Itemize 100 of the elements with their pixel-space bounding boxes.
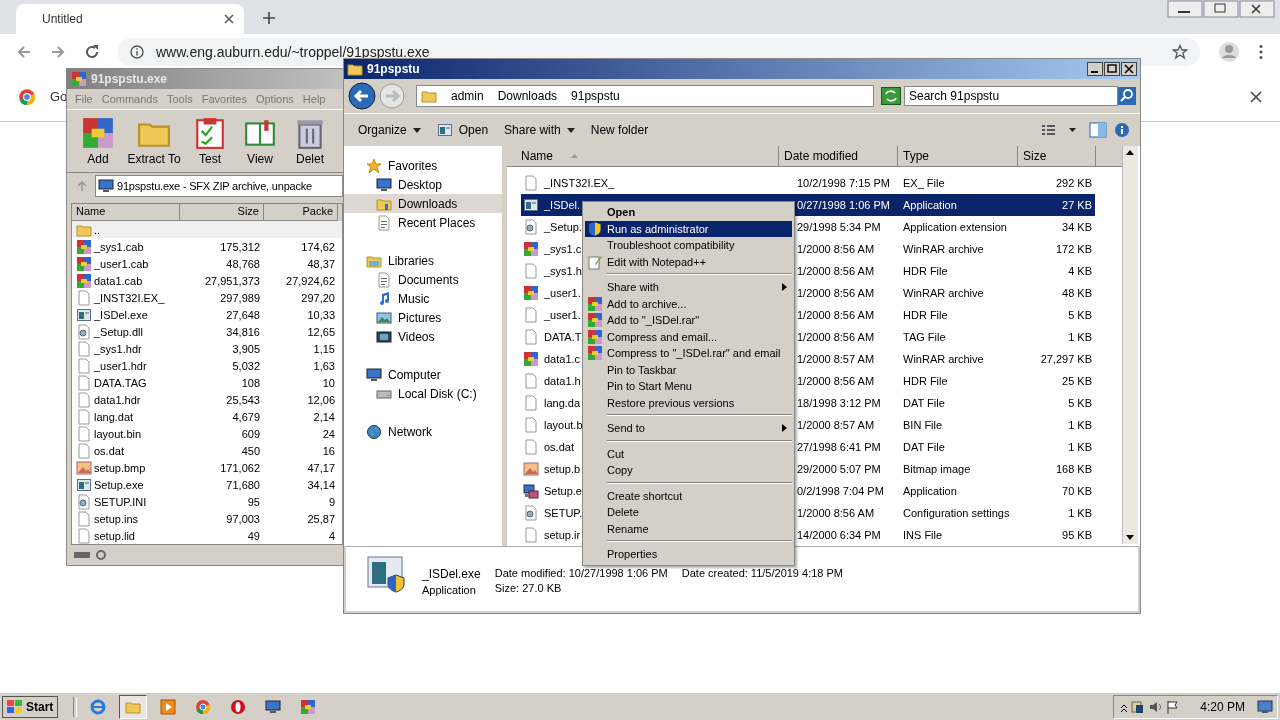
- nav-item[interactable]: Downloads: [344, 194, 502, 213]
- file-name[interactable]: _sys1.c: [544, 243, 582, 255]
- nav-item[interactable]: Computer: [344, 365, 502, 384]
- toolbar-button[interactable]: Test: [185, 110, 235, 172]
- tray-icons-drawing[interactable]: [1120, 698, 1181, 715]
- nav-item[interactable]: Documents: [344, 270, 502, 289]
- menu-icon[interactable]: [1258, 44, 1264, 60]
- menu-item[interactable]: Rename: [585, 520, 792, 537]
- file-name[interactable]: Setup.e: [544, 485, 582, 497]
- menu-item[interactable]: Compress and email...: [585, 328, 792, 345]
- nav-item[interactable]: Pictures: [344, 308, 502, 327]
- file-name[interactable]: _Setup.: [544, 221, 582, 233]
- menu-item[interactable]: Delete: [585, 504, 792, 521]
- show-desktop-icon[interactable]: [1257, 699, 1273, 714]
- path-field[interactable]: 91pspstu.exe - SFX ZIP archive, unpacke: [95, 175, 343, 197]
- menu-item[interactable]: Restore previous versions: [585, 394, 792, 411]
- start-button[interactable]: Start: [2, 695, 59, 718]
- file-name[interactable]: lang.da: [544, 397, 581, 409]
- back-icon[interactable]: [348, 82, 376, 110]
- menu-item[interactable]: Copy: [585, 462, 792, 479]
- file-name[interactable]: setup.b: [544, 463, 581, 475]
- reload-icon[interactable]: [84, 44, 100, 60]
- toolbar-button[interactable]: Share with: [504, 123, 575, 137]
- window-controls-drawing[interactable]: [1087, 62, 1137, 76]
- toolbar-button[interactable]: Extract To: [123, 110, 185, 172]
- breadcrumb-item[interactable]: admin: [451, 89, 484, 103]
- books-icon: [587, 345, 603, 362]
- nav-item[interactable]: Music: [344, 289, 502, 308]
- menu-item[interactable]: Create shortcut: [585, 487, 792, 504]
- menu-item[interactable]: Send to: [585, 420, 792, 437]
- menu-item[interactable]: Edit with Notepad++: [585, 253, 792, 270]
- file-name[interactable]: SETUP.: [544, 507, 583, 519]
- refresh-icon[interactable]: [881, 87, 901, 105]
- file-name[interactable]: layout.b: [544, 419, 583, 431]
- window-controls-drawing[interactable]: [1167, 0, 1275, 18]
- breadcrumb-item[interactable]: Downloads: [497, 89, 558, 103]
- info-icon[interactable]: [130, 45, 144, 59]
- close-icon[interactable]: [224, 14, 234, 24]
- file-name[interactable]: _ISDel.: [544, 199, 581, 211]
- search-icon[interactable]: [1118, 87, 1136, 105]
- menu-item[interactable]: Pin to Taskbar: [585, 361, 792, 378]
- toolbar-button[interactable]: Add: [73, 110, 123, 172]
- browser-tab[interactable]: Untitled: [16, 4, 244, 34]
- menu-item[interactable]: Properties: [585, 546, 792, 563]
- file-name[interactable]: data1.h: [544, 375, 581, 387]
- menu-item[interactable]: Pin to Start Menu: [585, 378, 792, 395]
- menu-item[interactable]: Add to archive...: [585, 295, 792, 312]
- nav-item[interactable]: Network: [344, 422, 502, 441]
- address-bar[interactable]: admin Downloads 91pspstu: [416, 85, 874, 107]
- file-name: _sys1.cab: [94, 240, 144, 253]
- file-name[interactable]: setup.ir: [544, 529, 581, 541]
- menu-item[interactable]: Run as administrator: [585, 220, 792, 237]
- menu-item[interactable]: Compress to "_ISDel.rar" and email: [585, 345, 792, 362]
- file-name[interactable]: data1.c: [544, 353, 581, 365]
- toolbar-button[interactable]: Open: [436, 122, 489, 138]
- file-name[interactable]: os.dat: [544, 441, 574, 453]
- nav-item[interactable]: Favorites: [344, 156, 502, 175]
- window-icon: [76, 476, 92, 493]
- nav-item[interactable]: Libraries: [344, 251, 502, 270]
- new-tab-icon[interactable]: [262, 11, 276, 25]
- file-size: 5 KB: [1068, 309, 1092, 321]
- toolbar-button[interactable]: View: [235, 110, 285, 172]
- close-icon[interactable]: [1250, 90, 1262, 103]
- column-header[interactable]: Size: [1018, 146, 1096, 166]
- menu-item[interactable]: Open: [585, 204, 792, 221]
- file-icon: [76, 408, 92, 425]
- file-name[interactable]: _INST32I.EX_: [544, 177, 615, 189]
- file-name[interactable]: DATA.T: [544, 331, 582, 343]
- toolbar-button[interactable]: Delet: [285, 110, 335, 172]
- nav-item[interactable]: Recent Places: [344, 213, 502, 232]
- toolbar-button[interactable]: New folder: [590, 123, 649, 137]
- nav-item[interactable]: Local Disk (C:): [344, 384, 502, 403]
- nav-item[interactable]: Desktop: [344, 175, 502, 194]
- column-header[interactable]: Name: [507, 146, 779, 166]
- file-name[interactable]: _user1.: [544, 287, 581, 299]
- menu-item[interactable]: Share with: [585, 279, 792, 296]
- column-header[interactable]: Type: [898, 146, 1018, 166]
- profile-icon[interactable]: [1218, 41, 1240, 63]
- toolbar-button[interactable]: Organize: [358, 123, 421, 137]
- books-icon: [523, 285, 539, 301]
- forward-icon[interactable]: [50, 44, 66, 60]
- file-name[interactable]: _sys1.h: [544, 265, 582, 277]
- breadcrumb-item[interactable]: 91pspstu: [571, 89, 620, 103]
- taskbar-button[interactable]: [119, 694, 148, 719]
- nav-item[interactable]: Videos: [344, 327, 502, 346]
- shield-icon: [587, 220, 603, 237]
- packed-size: 48,37: [307, 257, 335, 270]
- view-options-drawing[interactable]: [1040, 121, 1130, 139]
- scrollbar[interactable]: [1122, 146, 1138, 544]
- menu-item[interactable]: Add to "_ISDel.rar": [585, 312, 792, 329]
- file-size: 1 KB: [1068, 441, 1092, 453]
- books-icon: [523, 241, 539, 257]
- search-field[interactable]: Search 91pspstu: [904, 86, 1118, 106]
- file-size: 5,032: [232, 359, 260, 372]
- menu-item[interactable]: Cut: [585, 445, 792, 462]
- menu-item[interactable]: Troubleshoot compatibility: [585, 237, 792, 254]
- star-icon[interactable]: [1172, 44, 1188, 60]
- column-header[interactable]: Date modified: [779, 146, 898, 166]
- books-icon: [523, 351, 539, 367]
- file-name[interactable]: _user1.: [544, 309, 581, 321]
